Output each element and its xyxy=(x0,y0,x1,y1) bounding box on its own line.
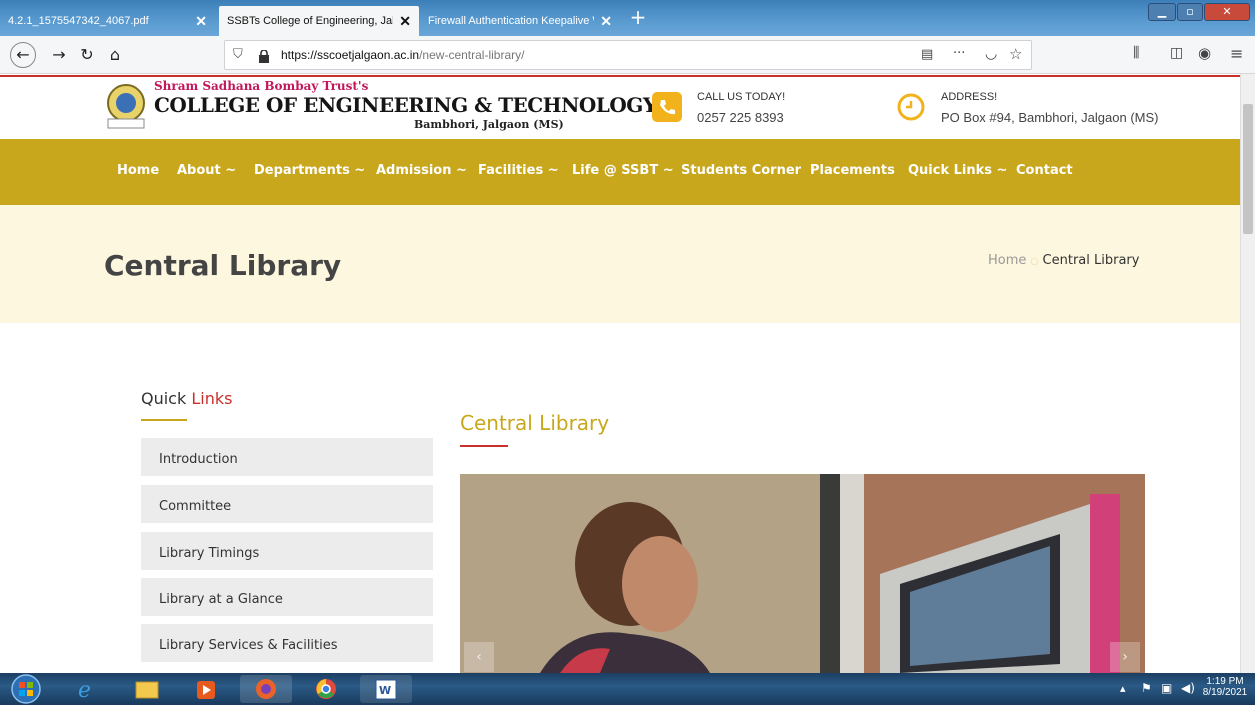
college-name: COLLEGE OF ENGINEERING & TECHNOLOGY xyxy=(154,93,657,117)
tab-firewall[interactable]: Firewall Authentication Keepalive Window… xyxy=(420,6,620,36)
pocket-icon[interactable]: ◡ xyxy=(985,46,997,62)
media-player-icon[interactable] xyxy=(180,675,232,703)
tab-pdf[interactable]: 4.2.1_1575547342_4067.pdf ✕ xyxy=(0,6,215,36)
page-title-banner: Central Library Home ○ Central Library xyxy=(0,205,1240,323)
quick-link-library-at-a-glance[interactable]: Library at a Glance xyxy=(141,578,433,616)
quick-links-heading: Quick Links xyxy=(141,389,233,408)
sidebar-icon[interactable]: ◫ xyxy=(1170,45,1183,61)
slider-next-button[interactable]: › xyxy=(1110,642,1140,672)
quick-link-library-timings[interactable]: Library Timings xyxy=(141,532,433,570)
action-center-icon[interactable]: ⚑ xyxy=(1141,681,1152,695)
tab-close-icon[interactable]: ✕ xyxy=(399,13,411,30)
browser-toolbar: ← → ↻ ⌂ ⛉ https://sscoetjalgaon.ac.in/ne… xyxy=(0,36,1255,74)
tab-ssbt[interactable]: SSBTs College of Engineering, Jalgaon ✕ xyxy=(219,6,419,36)
tray-expand-icon[interactable]: ▴ xyxy=(1120,682,1126,695)
clock-time: 1:19 PM xyxy=(1206,676,1244,687)
main-content: Quick Links Introduction Committee Libra… xyxy=(0,323,1240,673)
menu-item-home[interactable]: Home xyxy=(117,163,159,178)
clock-date: 8/19/2021 xyxy=(1202,687,1248,698)
shield-icon[interactable]: ⛉ xyxy=(233,47,243,62)
svg-text:W: W xyxy=(379,684,391,697)
home-icon[interactable]: ⌂ xyxy=(104,44,126,66)
minimize-button[interactable]: ▁ xyxy=(1148,3,1176,21)
browser-tab-strip: 4.2.1_1575547342_4067.pdf ✕ SSBTs Colleg… xyxy=(0,0,1255,36)
main-menu: Home About ~ Departments ~ Admission ~ F… xyxy=(0,139,1240,205)
menu-item-life-at-ssbt[interactable]: Life @ SSBT ~ xyxy=(572,163,674,178)
heading-underline xyxy=(141,419,187,421)
url-text: https://sscoetjalgaon.ac.in/new-central-… xyxy=(281,48,525,62)
clock-icon xyxy=(896,92,926,122)
lock-icon[interactable] xyxy=(259,48,269,63)
account-icon[interactable]: ◉ xyxy=(1198,44,1211,62)
firefox-icon[interactable] xyxy=(240,675,292,703)
svg-text:e: e xyxy=(78,678,91,703)
address-value: PO Box #94, Bambhori, Jalgaon (MS) xyxy=(941,110,1159,125)
menu-icon[interactable]: ≡ xyxy=(1230,44,1243,63)
windows-taskbar: e W ▴ ⚑ ▣ ◀) 1:19 PM 8/19/2021 xyxy=(0,673,1255,705)
section-heading: Central Library xyxy=(460,411,610,435)
clock[interactable]: 1:19 PM 8/19/2021 xyxy=(1200,676,1250,698)
menu-item-departments[interactable]: Departments ~ xyxy=(254,163,365,178)
tab-label: Firewall Authentication Keepalive Window xyxy=(428,15,594,27)
tab-label: SSBTs College of Engineering, Jalgaon xyxy=(227,15,394,27)
page-actions-icon[interactable]: ··· xyxy=(953,46,965,61)
word-icon[interactable]: W xyxy=(360,675,412,703)
internet-explorer-icon[interactable]: e xyxy=(60,675,112,703)
site-header: Shram Sadhana Bombay Trust's COLLEGE OF … xyxy=(0,75,1240,139)
phone-icon xyxy=(652,92,682,122)
quick-link-committee[interactable]: Committee xyxy=(141,485,433,523)
forward-arrow-icon[interactable]: → xyxy=(48,44,70,66)
library-photo-slider[interactable]: ‹ › xyxy=(460,474,1145,673)
reload-icon[interactable]: ↻ xyxy=(76,44,98,66)
quick-link-introduction[interactable]: Introduction xyxy=(141,438,433,476)
breadcrumb: Home ○ Central Library xyxy=(988,253,1139,268)
reader-view-icon[interactable]: ▤ xyxy=(921,47,933,62)
chrome-icon[interactable] xyxy=(300,675,352,703)
file-explorer-icon[interactable] xyxy=(120,675,172,703)
volume-icon[interactable]: ◀) xyxy=(1181,681,1195,695)
library-photo xyxy=(460,474,1145,673)
menu-item-admission[interactable]: Admission ~ xyxy=(376,163,467,178)
page-scrollbar[interactable] xyxy=(1240,74,1255,673)
menu-item-facilities[interactable]: Facilities ~ xyxy=(478,163,559,178)
college-logo[interactable] xyxy=(104,83,148,129)
start-button[interactable] xyxy=(6,674,46,704)
quick-link-library-services[interactable]: Library Services & Facilities xyxy=(141,624,433,662)
scrollbar-thumb[interactable] xyxy=(1243,104,1253,234)
maximize-button[interactable]: ▫ xyxy=(1177,3,1203,21)
menu-item-contact[interactable]: Contact xyxy=(1016,163,1073,178)
library-icon[interactable]: ⫼ xyxy=(1133,45,1139,61)
menu-item-placements[interactable]: Placements xyxy=(810,163,895,178)
breadcrumb-current: Central Library xyxy=(1042,253,1140,268)
network-icon[interactable]: ▣ xyxy=(1161,681,1172,695)
bookmark-star-icon[interactable]: ☆ xyxy=(1009,45,1022,63)
back-arrow-icon[interactable]: ← xyxy=(10,42,36,68)
tab-label: 4.2.1_1575547342_4067.pdf xyxy=(8,15,149,27)
tab-close-icon[interactable]: ✕ xyxy=(600,13,612,30)
call-label: CALL US TODAY! xyxy=(697,91,786,103)
url-bar[interactable]: ⛉ https://sscoetjalgaon.ac.in/new-centra… xyxy=(224,40,1032,70)
tab-close-icon[interactable]: ✕ xyxy=(195,13,207,30)
section-underline xyxy=(460,445,508,447)
breadcrumb-home[interactable]: Home xyxy=(988,253,1026,268)
address-label: ADDRESS! xyxy=(941,91,998,103)
slider-prev-button[interactable]: ‹ xyxy=(464,642,494,672)
menu-item-students-corner[interactable]: Students Corner xyxy=(681,163,801,178)
menu-item-quick-links[interactable]: Quick Links ~ xyxy=(908,163,1007,178)
college-location: Bambhori, Jalgaon (MS) xyxy=(414,118,564,131)
page-title: Central Library xyxy=(104,249,342,282)
menu-item-about[interactable]: About ~ xyxy=(177,163,236,178)
breadcrumb-separator: ○ xyxy=(1030,257,1039,267)
call-number[interactable]: 0257 225 8393 xyxy=(697,110,784,125)
new-tab-button[interactable]: + xyxy=(625,4,651,30)
close-window-button[interactable]: ✕ xyxy=(1204,3,1250,21)
trust-name: Shram Sadhana Bombay Trust's xyxy=(154,79,369,93)
